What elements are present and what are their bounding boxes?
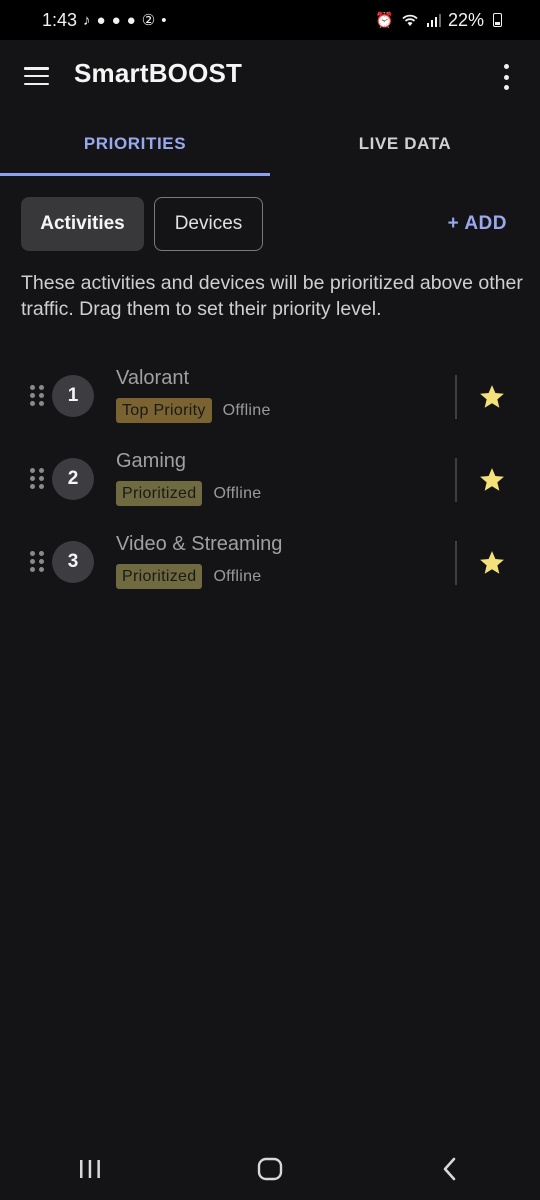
dot-icon: • <box>161 11 167 29</box>
priority-row[interactable]: 2 Gaming Prioritized Offline <box>0 438 540 521</box>
priority-status: Offline <box>213 567 262 585</box>
devices-button[interactable]: Devices <box>154 197 263 251</box>
priority-status: Offline <box>222 401 271 419</box>
priority-badge: Top Priority <box>116 398 212 423</box>
status-right: ⏰ 22% <box>375 10 502 31</box>
menu-icon[interactable] <box>24 67 49 85</box>
segment-row: Activities Devices + ADD <box>21 197 507 251</box>
app-bar: SmartBOOST <box>0 40 540 112</box>
app-title: SmartBOOST <box>74 58 243 88</box>
system-nav-bar <box>0 1138 540 1200</box>
activities-button[interactable]: Activities <box>21 197 144 251</box>
reddit-icon: ● <box>96 11 106 29</box>
back-button[interactable] <box>420 1149 480 1189</box>
status-bar: 1:43 ♪ ● ● ● ② • ⏰ 22% <box>0 0 540 40</box>
priority-meta: Prioritized Offline <box>116 481 262 506</box>
rank-number: 2 <box>52 458 94 500</box>
drag-handle-icon[interactable] <box>30 551 44 573</box>
priority-meta: Prioritized Offline <box>116 564 262 589</box>
recent-apps-button[interactable] <box>60 1149 120 1189</box>
battery-icon <box>493 13 502 27</box>
back-icon <box>443 1157 456 1181</box>
priority-name: Video & Streaming <box>116 533 283 555</box>
tab-live-data[interactable]: LIVE DATA <box>270 112 540 176</box>
divider <box>455 375 457 419</box>
drag-handle-icon[interactable] <box>30 468 44 490</box>
divider <box>455 458 457 502</box>
wifi-icon <box>402 14 418 26</box>
rank-number: 1 <box>52 375 94 417</box>
tab-bar: PRIORITIES LIVE DATA <box>0 112 540 176</box>
star-icon[interactable] <box>478 383 506 411</box>
reddit-icon: ● <box>126 11 136 29</box>
description-text: These activities and devices will be pri… <box>21 272 523 320</box>
priority-badge: Prioritized <box>116 564 203 589</box>
status-left: 1:43 ♪ ● ● ● ② • <box>42 10 166 31</box>
home-icon <box>257 1157 283 1181</box>
tiktok-icon: ♪ <box>83 11 91 29</box>
priority-list: 1 Valorant Top Priority Offline 2 Gaming… <box>0 355 540 604</box>
add-button[interactable]: + ADD <box>448 213 507 235</box>
priority-status: Offline <box>213 484 262 502</box>
star-icon[interactable] <box>478 466 506 494</box>
divider <box>455 541 457 585</box>
priority-name: Gaming <box>116 450 187 472</box>
recent-apps-icon <box>80 1160 100 1178</box>
reddit-icon: ● <box>111 11 121 29</box>
tab-priorities[interactable]: PRIORITIES <box>0 112 270 176</box>
home-button[interactable] <box>240 1149 300 1189</box>
alarm-icon: ⏰ <box>375 11 394 29</box>
drag-handle-icon[interactable] <box>30 385 44 407</box>
priority-name: Valorant <box>116 367 190 389</box>
status-time: 1:43 <box>42 9 78 30</box>
battery-percent: 22% <box>447 9 484 30</box>
priority-meta: Top Priority Offline <box>116 398 271 423</box>
rank-number: 3 <box>52 541 94 583</box>
priority-badge: Prioritized <box>116 481 203 506</box>
star-icon[interactable] <box>478 549 506 577</box>
priority-row[interactable]: 1 Valorant Top Priority Offline <box>0 355 540 438</box>
signal-icon <box>426 14 441 27</box>
priority-row[interactable]: 3 Video & Streaming Prioritized Offline <box>0 521 540 604</box>
badge-2-icon: ② <box>141 11 156 29</box>
more-options-icon[interactable] <box>502 64 510 90</box>
